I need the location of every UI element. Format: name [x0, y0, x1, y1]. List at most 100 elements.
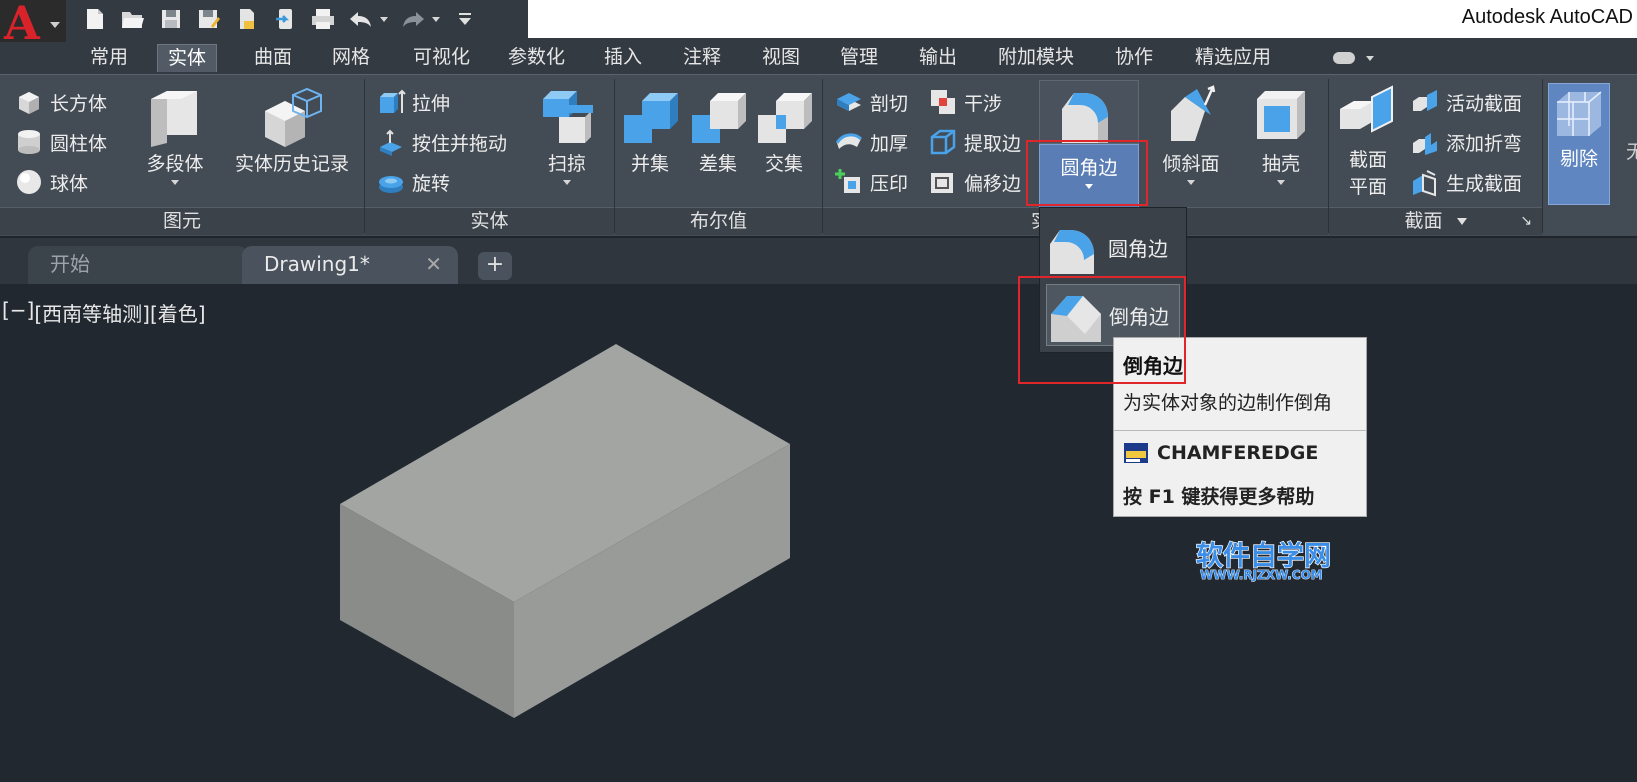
panel-divider: [1542, 79, 1543, 233]
section-plane-icon: [1340, 85, 1393, 133]
polysolid-icon: [151, 91, 197, 147]
revolve-icon: [379, 176, 403, 193]
cylinder-button[interactable]: 圆柱体: [14, 127, 107, 157]
live-section-button[interactable]: 活动截面: [1410, 87, 1522, 117]
tab-drawing1[interactable]: Drawing1* ✕: [242, 246, 458, 284]
subtract-button[interactable]: 差集: [686, 85, 750, 176]
open-web-icon[interactable]: [234, 7, 260, 31]
chevron-down-icon: [171, 180, 179, 185]
offset-edges-button[interactable]: 偏移边: [928, 167, 1021, 197]
shell-button[interactable]: 抽壳: [1240, 85, 1322, 185]
panel-title-primitives[interactable]: 图元: [0, 207, 364, 235]
fillet-edge-icon: [1062, 93, 1108, 143]
tab-visualize[interactable]: 可视化: [403, 44, 480, 72]
interfere-button[interactable]: 干涉: [928, 87, 1002, 117]
panel-title-section[interactable]: 截面 ↘: [1329, 207, 1542, 235]
fillet-edge-main-button[interactable]: [1039, 80, 1139, 144]
union-button[interactable]: 并集: [618, 85, 682, 176]
redo-icon[interactable]: [400, 7, 426, 31]
save-as-icon[interactable]: [196, 7, 222, 31]
sweep-button[interactable]: 扫掠: [530, 85, 604, 185]
tab-addins[interactable]: 附加模块: [988, 44, 1084, 72]
intersect-button[interactable]: 交集: [752, 85, 816, 176]
drawing-viewport[interactable]: [−] [西南等轴测] [着色]: [0, 284, 1637, 782]
tab-surface[interactable]: 曲面: [244, 44, 302, 72]
subtract-icon: [692, 93, 746, 143]
tab-insert[interactable]: 插入: [594, 44, 652, 72]
cull-icon: [1557, 91, 1602, 136]
truncated-button-label[interactable]: 无: [1626, 135, 1637, 165]
close-icon[interactable]: ✕: [425, 246, 442, 282]
open-icon[interactable]: [120, 7, 146, 31]
slice-icon: [837, 93, 861, 111]
watermark-logo: 软件自学网 WWW.RJZXW.COM: [1194, 537, 1344, 583]
taper-faces-button[interactable]: 倾斜面: [1150, 85, 1232, 185]
ribbon-panels: 长方体 圆柱体 球体 多段体 实体历史记录 图元 拉伸 按住并拖动 旋转 扫掠 …: [0, 74, 1637, 236]
tab-view[interactable]: 视图: [752, 44, 810, 72]
3d-box-model[interactable]: [0, 284, 1637, 782]
section-plane-button[interactable]: 截面 平面: [1332, 85, 1404, 199]
watermark-url: WWW.RJZXW.COM: [1200, 568, 1323, 582]
tab-parametric[interactable]: 参数化: [498, 44, 575, 72]
presspull-button[interactable]: 按住并拖动: [376, 127, 507, 157]
extract-edges-icon: [930, 129, 956, 155]
tab-home[interactable]: 常用: [80, 44, 138, 72]
tab-output[interactable]: 输出: [909, 44, 967, 72]
ribbon-tab-bar: 常用 实体 曲面 网格 可视化 参数化 插入 注释 视图 管理 输出 附加模块 …: [0, 38, 1637, 74]
tab-manage[interactable]: 管理: [830, 44, 888, 72]
add-jog-icon: [1413, 133, 1437, 155]
cull-button[interactable]: 剔除: [1548, 83, 1610, 205]
ribbon-minimize-icon[interactable]: [1333, 52, 1355, 64]
tooltip-command-row: CHAMFEREDGE: [1123, 442, 1318, 464]
solid-history-icon: [265, 87, 322, 147]
chevron-down-icon: [1456, 218, 1467, 225]
print-icon[interactable]: [310, 7, 336, 31]
fillet-edge-menu-item[interactable]: 圆角边: [1046, 216, 1180, 278]
add-jog-button[interactable]: 添加折弯: [1410, 127, 1522, 157]
tab-mesh[interactable]: 网格: [322, 44, 380, 72]
tooltip-description: 为实体对象的边制作倒角: [1123, 392, 1333, 414]
chevron-down-icon[interactable]: [380, 16, 388, 22]
tab-start[interactable]: 开始: [28, 246, 248, 284]
generate-section-button[interactable]: 生成截面: [1410, 167, 1522, 197]
tab-featured-apps[interactable]: 精选应用: [1185, 44, 1281, 72]
sphere-button[interactable]: 球体: [14, 167, 88, 197]
dialog-launcher-icon[interactable]: ↘: [1520, 208, 1532, 234]
new-icon[interactable]: [82, 7, 108, 31]
tooltip-command-name: CHAMFEREDGE: [1157, 442, 1319, 464]
highlight-outline-fillet: [1026, 140, 1148, 206]
export-icon[interactable]: [272, 7, 298, 31]
command-line-icon: [1124, 443, 1148, 463]
extrude-icon: [380, 89, 406, 113]
taper-faces-icon: [1171, 85, 1216, 141]
tab-annotate[interactable]: 注释: [673, 44, 731, 72]
application-menu-button[interactable]: A: [0, 0, 66, 50]
offset-edges-icon: [931, 173, 953, 193]
undo-icon[interactable]: [348, 7, 374, 31]
solid-history-button[interactable]: 实体历史记录: [226, 85, 358, 176]
quick-access-toolbar: [66, 0, 528, 38]
panel-title-boolean[interactable]: 布尔值: [615, 207, 822, 235]
extrude-button[interactable]: 拉伸: [376, 87, 450, 117]
revolve-button[interactable]: 旋转: [376, 167, 450, 197]
save-icon[interactable]: [158, 7, 184, 31]
imprint-icon: [835, 169, 860, 193]
shell-icon: [1257, 91, 1305, 139]
extract-edges-button[interactable]: 提取边: [928, 127, 1021, 157]
thicken-button[interactable]: 加厚: [834, 127, 908, 157]
polysolid-button[interactable]: 多段体: [134, 85, 216, 185]
chevron-down-icon: [563, 180, 571, 185]
imprint-button[interactable]: 压印: [834, 167, 908, 197]
tab-solid[interactable]: 实体: [157, 44, 218, 72]
slice-button[interactable]: 剖切: [834, 87, 908, 117]
customize-icon[interactable]: [452, 7, 478, 31]
tab-collaborate[interactable]: 协作: [1105, 44, 1163, 72]
chevron-down-icon[interactable]: [432, 16, 440, 22]
chevron-down-icon[interactable]: [1366, 56, 1374, 61]
tooltip-divider: [1114, 430, 1366, 431]
tooltip-help-hint: 按 F1 键获得更多帮助: [1123, 486, 1315, 508]
box-button[interactable]: 长方体: [14, 87, 107, 117]
new-tab-button[interactable]: +: [478, 252, 512, 280]
chevron-down-icon: [1277, 180, 1285, 185]
panel-title-solid[interactable]: 实体: [365, 207, 614, 235]
